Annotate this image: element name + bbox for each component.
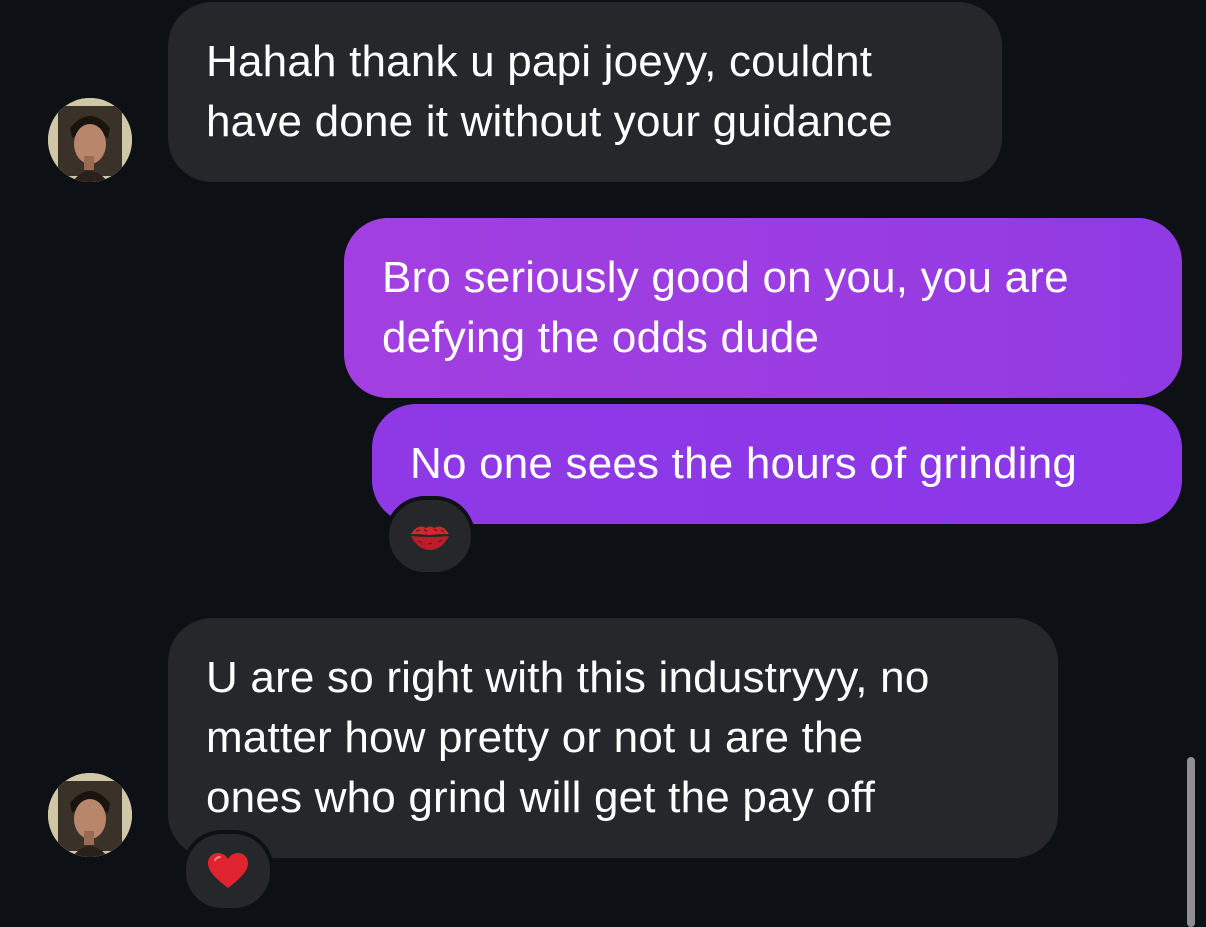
red-heart-icon (208, 853, 248, 888)
message-text-line: Bro seriously good on you, you are (382, 253, 1069, 302)
message-text-line: have done it without your guidance (206, 97, 893, 146)
avatar-photo-icon (48, 773, 132, 857)
incoming-message-bubble[interactable]: U are so right with this industryyy, no … (168, 618, 1058, 858)
message-text-line: U are so right with this industryyy, no (206, 653, 930, 702)
scrollbar[interactable] (1187, 757, 1195, 927)
kiss-mark-icon (411, 526, 449, 550)
message-text-line: No one sees the hours of grinding (410, 439, 1078, 488)
message-text-line: Hahah thank u papi joeyy, couldnt (206, 37, 873, 86)
message-text-line: matter how pretty or not u are the (206, 713, 864, 762)
message-text-line: defying the odds dude (382, 313, 820, 362)
message-reaction[interactable] (182, 830, 274, 912)
avatar-photo-icon (48, 98, 132, 182)
outgoing-message-bubble[interactable]: Bro seriously good on you, you are defyi… (344, 218, 1182, 398)
incoming-message-bubble[interactable]: Hahah thank u papi joeyy, couldnt have d… (168, 2, 1002, 182)
contact-avatar[interactable] (48, 773, 132, 857)
message-text-line: ones who grind will get the pay off (206, 773, 876, 822)
outgoing-message-bubble[interactable]: No one sees the hours of grinding (372, 404, 1182, 524)
contact-avatar[interactable] (48, 98, 132, 182)
message-reaction[interactable] (385, 496, 475, 576)
